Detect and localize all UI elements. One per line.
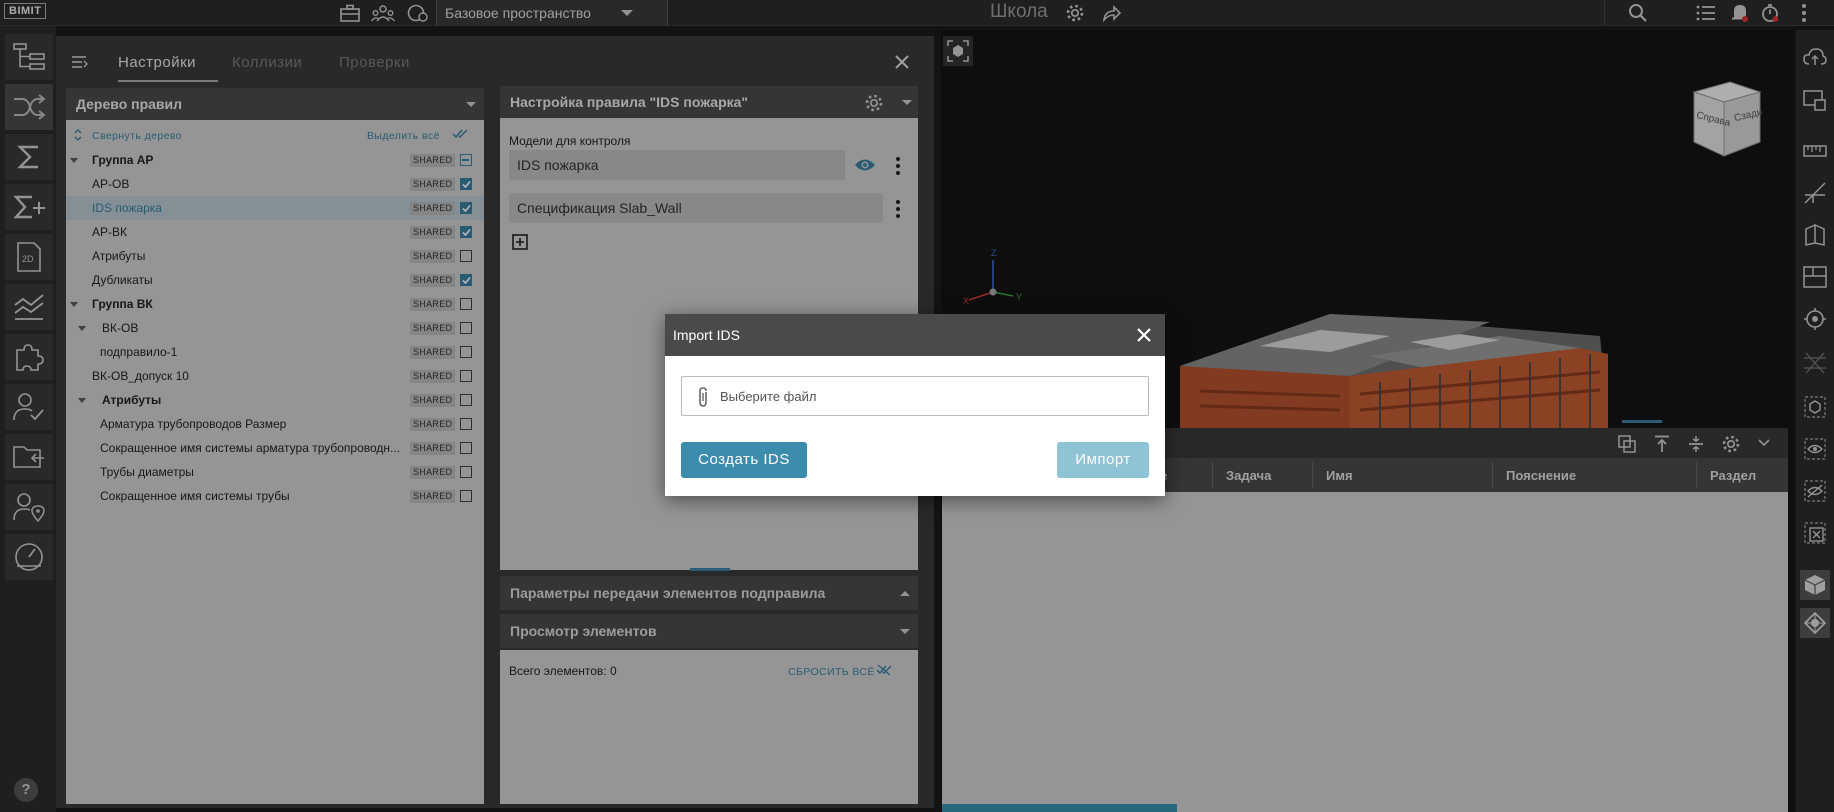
file-input-placeholder: Выберите файл — [720, 389, 817, 404]
create-ids-button[interactable]: Создать IDS — [681, 442, 807, 478]
dialog-header: Import IDS — [665, 314, 1165, 356]
paperclip-icon — [696, 386, 710, 408]
import-ids-dialog: Import IDS Выберите файл Создать IDS Имп… — [665, 314, 1165, 496]
dialog-title: Import IDS — [673, 327, 740, 343]
file-input[interactable]: Выберите файл — [681, 376, 1149, 416]
close-icon[interactable] — [1135, 326, 1153, 344]
import-button[interactable]: Импорт — [1057, 442, 1149, 478]
